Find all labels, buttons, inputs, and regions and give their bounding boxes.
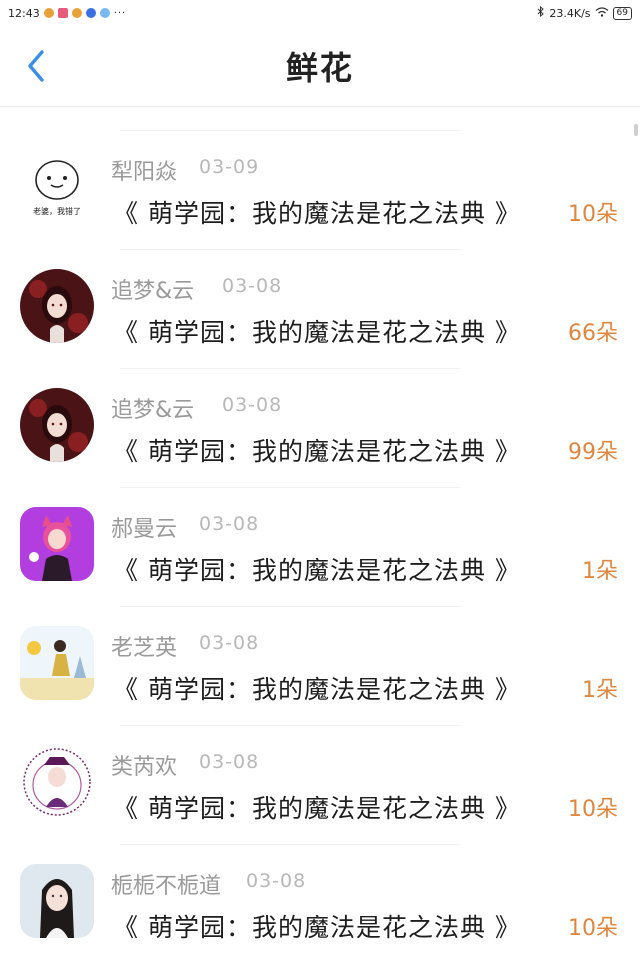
network-speed: 23.4K/s	[549, 6, 591, 20]
gift-date: 03-08	[199, 632, 260, 654]
list-item[interactable]: 类芮欢 03-08 《 萌学园：我的魔法是花之法典 》 10朵	[0, 725, 640, 844]
sender-name: 老芝英	[111, 636, 178, 661]
chevron-left-icon	[28, 50, 44, 82]
page-title: 鲜花	[285, 49, 354, 87]
status-bar-right: 23.4K/s 69	[537, 5, 632, 20]
gift-date: 03-08	[222, 394, 283, 416]
wifi-icon	[595, 6, 609, 20]
gift-date: 03-09	[199, 156, 260, 178]
avatar[interactable]	[20, 626, 94, 700]
avatar[interactable]	[20, 745, 94, 819]
list-item[interactable]: 追梦&云 03-08 《 萌学园：我的魔法是花之法典 》 99朵	[0, 368, 640, 487]
sender-name: 栀栀不栀道	[111, 874, 222, 899]
sender-name: 犁阳焱	[111, 160, 178, 185]
avatar[interactable]: 老婆，我错了	[20, 150, 94, 224]
scrollbar[interactable]	[634, 124, 638, 136]
list-item[interactable]: 郝曼云 03-08 《 萌学园：我的魔法是花之法典 》 1朵	[0, 487, 640, 606]
book-title: 《 萌学园：我的魔法是花之法典 》	[113, 675, 521, 704]
weibo-notification-icon	[71, 8, 82, 18]
flower-count: 99朵	[568, 440, 618, 465]
avatar[interactable]	[20, 864, 94, 938]
flower-count: 10朵	[568, 916, 618, 941]
gift-date: 03-08	[199, 751, 260, 773]
battery-indicator: 69	[612, 6, 632, 20]
more-notifications-icon: ···	[113, 7, 127, 19]
book-title: 《 萌学园：我的魔法是花之法典 》	[113, 199, 521, 228]
browser-notification-icon	[85, 8, 96, 18]
flower-record-list: 老婆，我错了 犁阳焱 03-09 《 萌学园：我的魔法是花之法典 》 10朵 追…	[0, 130, 640, 963]
app-notification-icon	[99, 8, 110, 18]
list-item[interactable]: 老婆，我错了 犁阳焱 03-09 《 萌学园：我的魔法是花之法典 》 10朵	[0, 130, 640, 249]
weibo-notification-icon	[43, 8, 54, 18]
book-title: 《 萌学园：我的魔法是花之法典 》	[113, 556, 521, 585]
book-title: 《 萌学园：我的魔法是花之法典 》	[113, 318, 521, 347]
gift-date: 03-08	[222, 275, 283, 297]
book-title: 《 萌学园：我的魔法是花之法典 》	[113, 794, 521, 823]
avatar[interactable]	[20, 507, 94, 581]
status-bar-left: 12:43 ···	[8, 7, 126, 20]
status-bar: 12:43 ··· 23.4K/s 69	[0, 0, 640, 26]
sender-name: 追梦&云	[111, 279, 195, 304]
flower-count: 1朵	[582, 678, 618, 703]
gift-date: 03-08	[199, 513, 260, 535]
bluetooth-icon	[537, 5, 545, 20]
list-item[interactable]: 追梦&云 03-08 《 萌学园：我的魔法是花之法典 》 66朵	[0, 249, 640, 368]
status-time: 12:43	[8, 6, 40, 20]
avatar-caption: 老婆，我错了	[33, 206, 81, 216]
flower-count: 10朵	[568, 202, 618, 227]
sender-name: 追梦&云	[111, 398, 195, 423]
list-item[interactable]: 栀栀不栀道 03-08 《 萌学园：我的魔法是花之法典 》 10朵	[0, 844, 640, 963]
avatar[interactable]	[20, 388, 94, 462]
flower-count: 66朵	[568, 321, 618, 346]
list-item[interactable]: 老芝英 03-08 《 萌学园：我的魔法是花之法典 》 1朵	[0, 606, 640, 725]
avatar[interactable]	[20, 269, 94, 343]
flower-count: 10朵	[568, 797, 618, 822]
app-notification-icon	[57, 8, 68, 18]
gift-date: 03-08	[246, 870, 307, 892]
sender-name: 郝曼云	[111, 517, 178, 542]
back-button[interactable]	[18, 44, 54, 88]
flower-count: 1朵	[582, 559, 618, 584]
sender-name: 类芮欢	[111, 755, 178, 780]
book-title: 《 萌学园：我的魔法是花之法典 》	[113, 913, 521, 942]
book-title: 《 萌学园：我的魔法是花之法典 》	[113, 437, 521, 466]
nav-bar: 鲜花	[0, 26, 640, 107]
